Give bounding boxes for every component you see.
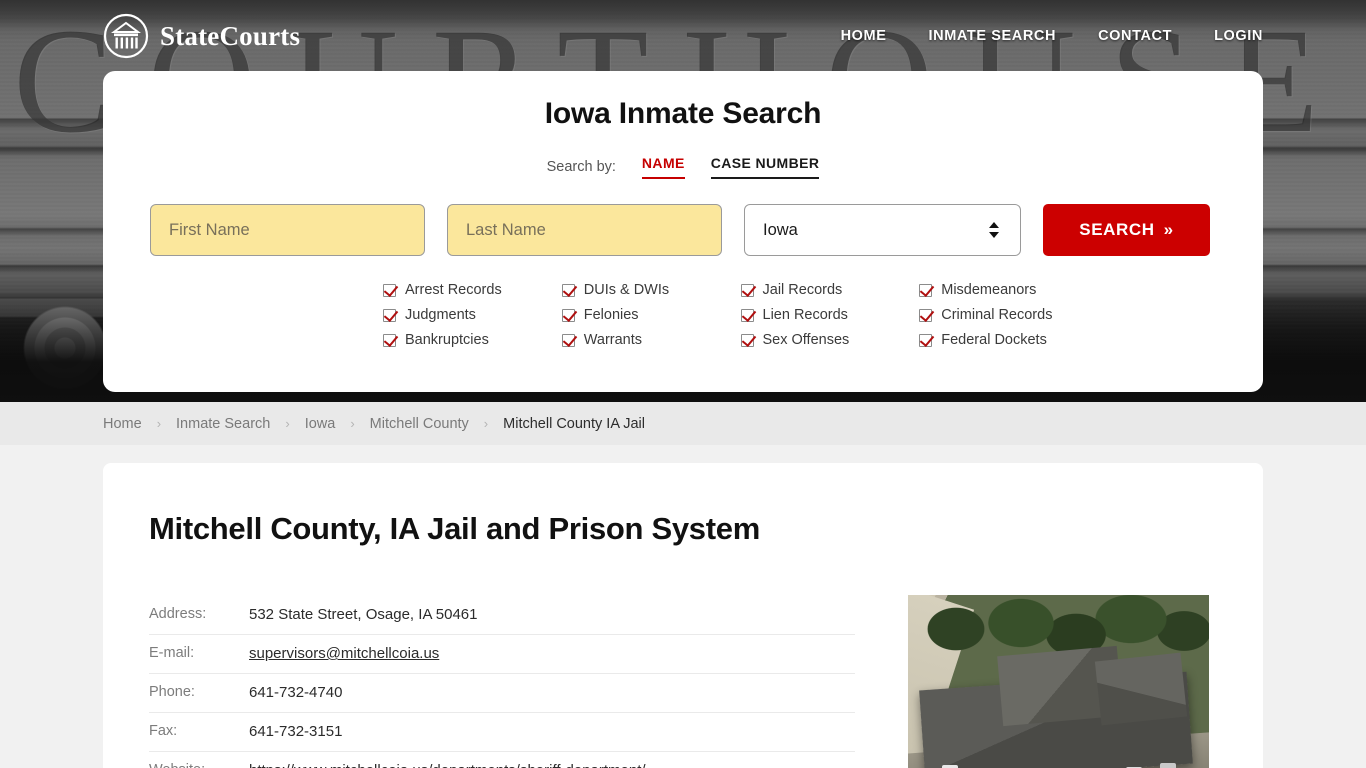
record-type-label: DUIs & DWIs: [583, 282, 670, 298]
checkbox-checked-icon: [561, 333, 575, 347]
facility-detail-card: Mitchell County, IA Jail and Prison Syst…: [103, 463, 1263, 768]
record-type-item: Arrest Records: [383, 282, 562, 298]
detail-value-email: supervisors@mitchellcoia.us: [249, 635, 855, 674]
record-type-label: Bankruptcies: [405, 332, 489, 348]
record-type-item: Jail Records: [740, 282, 920, 298]
nav-item-contact[interactable]: CONTACT: [1098, 28, 1172, 44]
inmate-search-card: Iowa Inmate Search Search by: NAME CASE …: [103, 71, 1263, 392]
record-type-label: Warrants: [583, 332, 643, 348]
record-type-item: Federal Dockets: [919, 332, 1098, 348]
checkbox-checked-icon: [919, 333, 933, 347]
checkbox-checked-icon: [919, 283, 933, 297]
checkbox-checked-icon: [740, 283, 754, 297]
breadcrumb-item-home[interactable]: Home: [103, 416, 142, 432]
record-type-item: Criminal Records: [919, 307, 1098, 323]
record-type-item: Judgments: [383, 307, 562, 323]
record-type-label: Federal Dockets: [941, 332, 1047, 348]
site-header: StateCourts HOME INMATE SEARCH CONTACT L…: [0, 0, 1366, 72]
first-name-input[interactable]: [150, 204, 425, 256]
record-type-label: Lien Records: [762, 307, 848, 323]
detail-value-fax: 641-732-3151: [249, 723, 343, 740]
search-form: Iowa SEARCH »: [103, 204, 1263, 256]
detail-value-website: https://www.mitchellcoia.us/departments/…: [249, 752, 855, 768]
double-chevron-right-icon: »: [1163, 220, 1174, 239]
chevron-right-icon: ›: [350, 416, 355, 431]
nav-item-home[interactable]: HOME: [841, 28, 887, 44]
nav-item-inmate-search[interactable]: INMATE SEARCH: [929, 28, 1057, 44]
checkbox-checked-icon: [383, 283, 396, 297]
state-select-wrapper: Iowa: [744, 204, 1021, 256]
brand-name: StateCourts: [160, 20, 301, 51]
hero-section: COURTHOUSE StateCourts HOME IN: [0, 0, 1366, 402]
table-row: E-mail: supervisors@mitchellcoia.us: [149, 635, 855, 674]
record-type-item: Sex Offenses: [740, 332, 920, 348]
record-type-item: Bankruptcies: [383, 332, 562, 348]
checkbox-checked-icon: [561, 308, 575, 322]
email-link[interactable]: supervisors@mitchellcoia.us: [249, 645, 439, 662]
search-button[interactable]: SEARCH »: [1043, 204, 1210, 256]
record-type-item: Felonies: [561, 307, 741, 323]
breadcrumb-item-inmate-search[interactable]: Inmate Search: [176, 416, 270, 432]
checkbox-checked-icon: [740, 333, 754, 347]
table-row: Address: 532 State Street, Osage, IA 504…: [149, 596, 855, 635]
table-row: Fax: 641-732-3151: [149, 713, 855, 752]
facility-details-table: Address: 532 State Street, Osage, IA 504…: [149, 596, 855, 768]
checkbox-checked-icon: [383, 308, 396, 322]
detail-label-address: Address:: [149, 606, 207, 622]
checkbox-checked-icon: [740, 308, 754, 322]
search-by-row: Search by: NAME CASE NUMBER: [103, 155, 1263, 179]
detail-label-fax: Fax:: [149, 723, 178, 739]
page-title: Mitchell County, IA Jail and Prison Syst…: [149, 511, 760, 546]
record-type-item: Warrants: [561, 332, 741, 348]
checkbox-checked-icon: [383, 333, 396, 347]
chevron-right-icon: ›: [285, 416, 290, 431]
detail-label-email: E-mail:: [149, 645, 195, 661]
aerial-car: [1160, 763, 1176, 768]
detail-value-phone: 641-732-4740: [249, 684, 343, 701]
record-type-label: Jail Records: [762, 282, 843, 298]
record-type-label: Judgments: [405, 307, 476, 323]
table-row: Website: https://www.mitchellcoia.us/dep…: [149, 752, 855, 768]
record-type-label: Sex Offenses: [762, 332, 850, 348]
search-by-label: Search by:: [546, 159, 616, 175]
record-type-item: Misdemeanors: [919, 282, 1098, 298]
record-type-label: Criminal Records: [941, 307, 1053, 323]
website-link[interactable]: https://www.mitchellcoia.us/departments/…: [249, 762, 646, 768]
search-button-label: SEARCH: [1079, 220, 1155, 239]
courthouse-icon: [103, 13, 149, 59]
breadcrumb-item-iowa[interactable]: Iowa: [305, 416, 336, 432]
breadcrumb-item-current: Mitchell County IA Jail: [503, 415, 645, 432]
tab-case-number[interactable]: CASE NUMBER: [710, 155, 820, 179]
record-type-item: Lien Records: [740, 307, 920, 323]
chevron-right-icon: ›: [483, 416, 489, 431]
brand-logo[interactable]: StateCourts: [103, 13, 300, 59]
checkbox-checked-icon: [919, 308, 933, 322]
record-types-list: Arrest Records DUIs & DWIs Jail Records …: [103, 282, 1263, 348]
record-type-label: Felonies: [583, 307, 639, 323]
record-type-label: Arrest Records: [405, 282, 502, 298]
detail-value-address: 532 State Street, Osage, IA 50461: [249, 606, 478, 623]
last-name-input[interactable]: [447, 204, 722, 256]
record-type-item: DUIs & DWIs: [561, 282, 741, 298]
detail-label-website: Website:: [149, 752, 249, 768]
nav-item-login[interactable]: LOGIN: [1214, 28, 1263, 44]
table-row: Phone: 641-732-4740: [149, 674, 855, 713]
breadcrumb: Home › Inmate Search › Iowa › Mitchell C…: [0, 402, 1366, 445]
main-navigation: HOME INMATE SEARCH CONTACT LOGIN: [841, 28, 1263, 44]
checkbox-checked-icon: [561, 283, 575, 297]
detail-label-phone: Phone:: [149, 684, 195, 700]
search-card-title: Iowa Inmate Search: [544, 97, 822, 130]
breadcrumb-item-mitchell-county[interactable]: Mitchell County: [370, 416, 469, 432]
tab-name[interactable]: NAME: [641, 155, 685, 179]
aerial-roof-section-b: [1094, 652, 1188, 726]
page-body: Mitchell County, IA Jail and Prison Syst…: [0, 463, 1366, 768]
chevron-right-icon: ›: [156, 416, 162, 431]
record-type-label: Misdemeanors: [941, 282, 1037, 298]
state-select[interactable]: Iowa: [744, 204, 1021, 256]
aerial-satellite-image: [908, 595, 1209, 768]
